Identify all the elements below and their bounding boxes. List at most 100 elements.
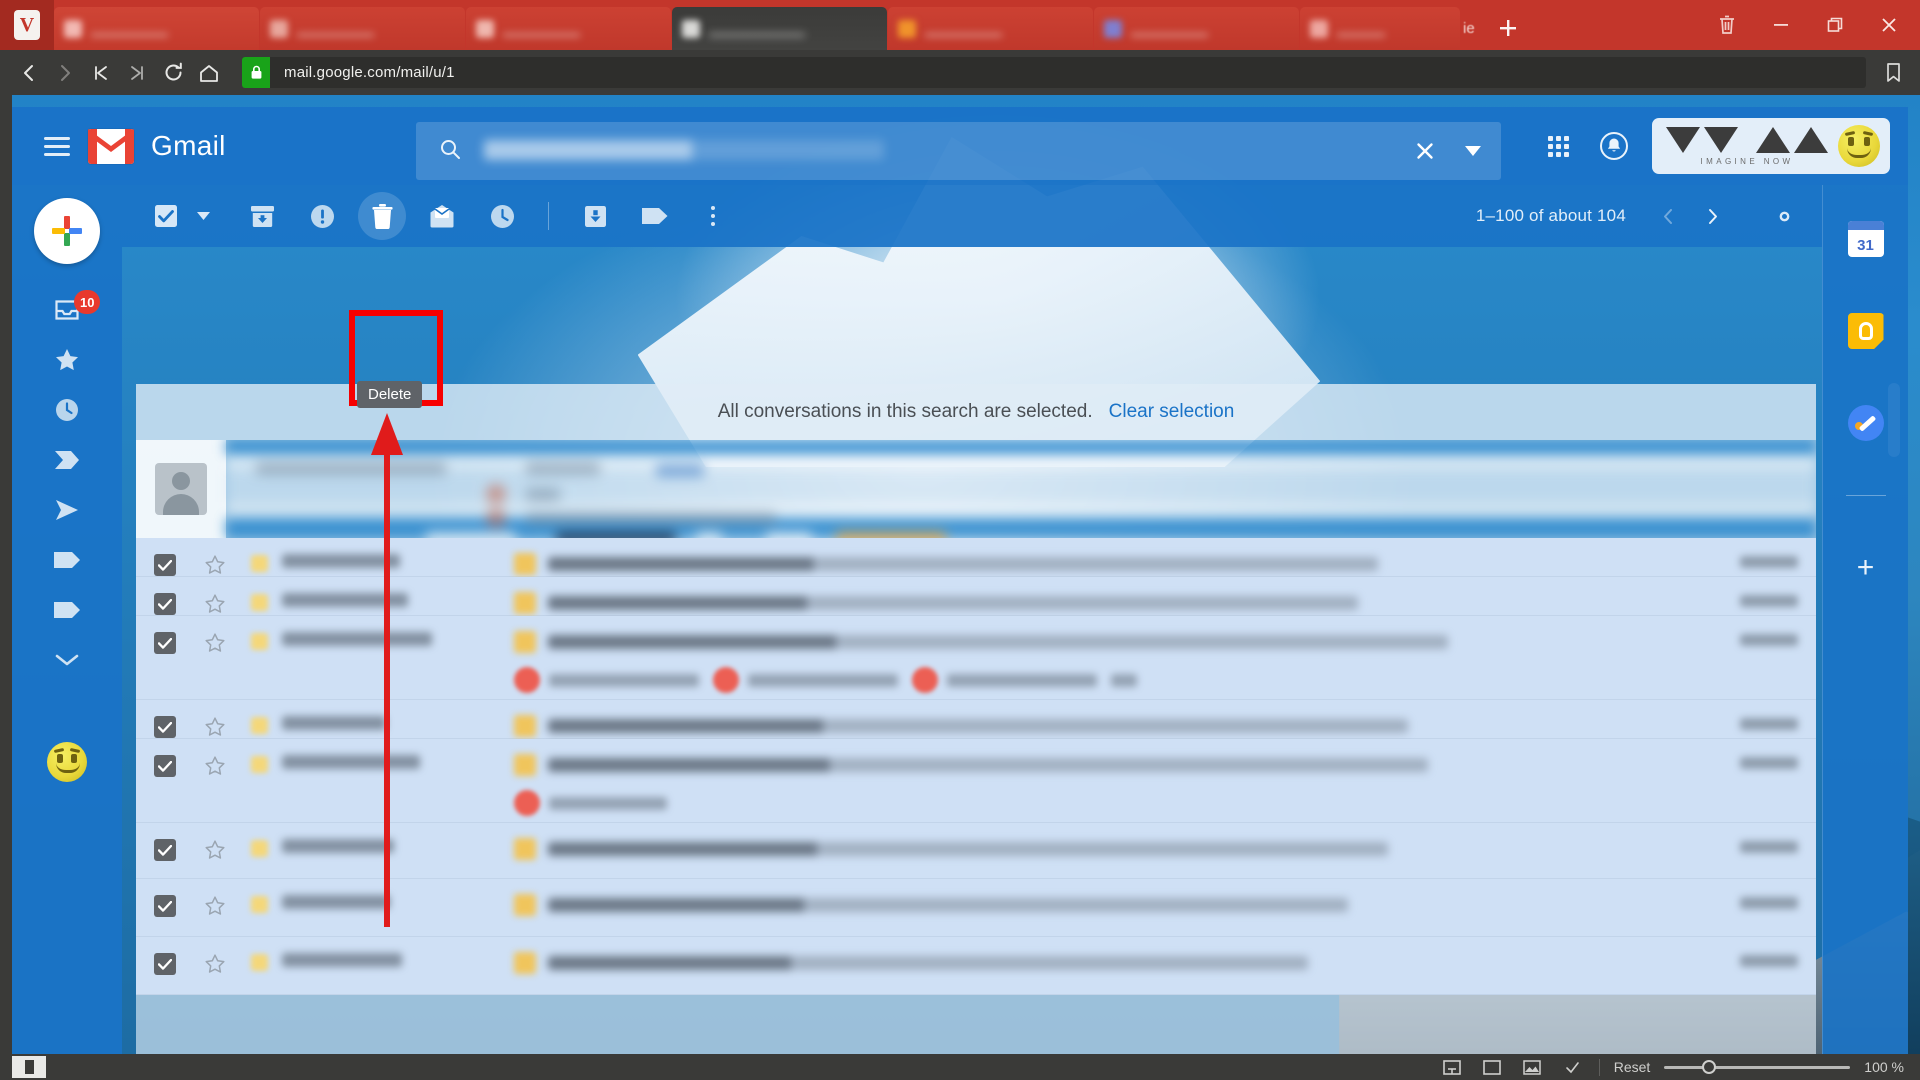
browser-tab[interactable]: ▁▁▁▁▁▁▁▁ (888, 7, 1093, 50)
sidebar-item-starred[interactable] (12, 336, 122, 384)
new-tab-button[interactable] (1489, 9, 1527, 47)
sidebar-item-important[interactable] (12, 436, 122, 484)
attachment-overflow[interactable] (1111, 674, 1137, 687)
row-checkbox[interactable] (136, 937, 194, 975)
importance-marker-icon[interactable] (236, 739, 282, 773)
move-to-button[interactable] (571, 192, 619, 240)
compose-button[interactable] (34, 198, 100, 264)
panel-toggle-icon[interactable] (1479, 1057, 1505, 1077)
keep-addon-icon[interactable] (1846, 311, 1886, 351)
older-page-button[interactable] (1690, 194, 1734, 238)
row-checkbox[interactable] (136, 538, 194, 576)
calendar-addon-icon[interactable]: 31 (1846, 219, 1886, 259)
select-all-checkbox[interactable] (142, 192, 190, 240)
search-input[interactable] (484, 140, 1405, 162)
sidebar-item-sent[interactable] (12, 486, 122, 534)
archive-button[interactable] (238, 192, 286, 240)
attachment-file-icon (912, 667, 938, 693)
star-icon[interactable] (194, 937, 236, 975)
row-checkbox[interactable] (136, 577, 194, 615)
browser-tab[interactable]: ▁▁▁▁▁ (1300, 7, 1460, 50)
forward-button[interactable] (48, 56, 82, 90)
report-spam-button[interactable] (298, 192, 346, 240)
row-checkbox[interactable] (136, 700, 194, 738)
row-checkbox[interactable] (136, 879, 194, 917)
zoom-reset-label[interactable]: Reset (1614, 1059, 1651, 1075)
mark-as-unread-button[interactable] (418, 192, 466, 240)
fast-forward-button[interactable] (120, 56, 154, 90)
browser-tab[interactable]: ▁▁▁▁▁▁▁▁ (466, 7, 671, 50)
browser-tab[interactable]: ▁▁▁▁▁▁▁▁ (1094, 7, 1299, 50)
star-icon[interactable] (194, 616, 236, 654)
url-bar[interactable]: mail.google.com/mail/u/1 (242, 57, 1866, 88)
search-bar[interactable] (416, 122, 1501, 180)
gmail-logo[interactable]: Gmail (88, 129, 226, 164)
newer-page-button[interactable] (1646, 194, 1690, 238)
zoom-slider[interactable] (1664, 1059, 1850, 1075)
page-tiling-icon[interactable] (1439, 1057, 1465, 1077)
select-options-caret-icon[interactable] (192, 192, 214, 240)
table-row[interactable] (136, 937, 1816, 995)
importance-marker-icon[interactable] (236, 616, 282, 650)
vivaldi-logo-icon[interactable]: V (0, 0, 54, 50)
home-button[interactable] (192, 56, 226, 90)
star-icon[interactable] (194, 700, 236, 738)
importance-marker-icon[interactable] (236, 879, 282, 913)
importance-marker-icon[interactable] (236, 823, 282, 857)
browser-tab[interactable]: ▁▁▁▁▁▁▁▁ (260, 7, 465, 50)
row-subject (514, 937, 1696, 974)
row-checkbox[interactable] (136, 739, 194, 777)
star-icon[interactable] (194, 823, 236, 861)
importance-marker-icon[interactable] (236, 577, 282, 611)
start-button[interactable] (12, 1056, 46, 1078)
settings-gear-icon[interactable] (1758, 190, 1810, 242)
clear-search-icon[interactable] (1405, 140, 1445, 162)
bookmark-icon[interactable] (1878, 56, 1908, 90)
reload-button[interactable] (156, 56, 190, 90)
image-toggle-icon[interactable] (1519, 1057, 1545, 1077)
minimize-button[interactable] (1754, 0, 1808, 50)
browser-tab[interactable]: ▁▁▁▁▁▁▁▁ (54, 7, 259, 50)
back-button[interactable] (12, 56, 46, 90)
sidebar-item-snoozed[interactable] (12, 386, 122, 434)
importance-marker-icon[interactable] (236, 700, 282, 734)
sidebar-item-inbox[interactable]: 10 (12, 286, 122, 334)
row-date (1696, 577, 1816, 612)
labels-button[interactable] (631, 192, 679, 240)
attachment-chip[interactable] (713, 667, 898, 693)
row-checkbox[interactable] (136, 823, 194, 861)
star-icon[interactable] (194, 739, 236, 777)
close-button[interactable] (1862, 0, 1916, 50)
add-addon-button[interactable]: + (1846, 548, 1886, 588)
sidebar-item-categories[interactable] (12, 586, 122, 634)
avatar[interactable] (1838, 125, 1880, 167)
star-icon[interactable] (194, 577, 236, 615)
browser-tab-active[interactable]: ▁▁▁▁▁▁▁▁▁▁ (672, 7, 887, 50)
zoom-slider-knob[interactable] (1702, 1060, 1716, 1074)
rewind-button[interactable] (84, 56, 118, 90)
main-menu-icon[interactable] (44, 137, 70, 156)
importance-marker-icon[interactable] (236, 538, 282, 572)
account-chip[interactable]: IMAGINE NOW (1652, 118, 1890, 174)
row-checkbox[interactable] (136, 616, 194, 654)
star-icon[interactable] (194, 538, 236, 576)
delete-button[interactable] (358, 192, 406, 240)
star-icon[interactable] (194, 879, 236, 917)
sidebar-item-drafts[interactable] (12, 536, 122, 584)
tasks-addon-icon[interactable] (1846, 403, 1886, 443)
notifications-bell-icon[interactable] (1588, 120, 1640, 172)
maximize-button[interactable] (1808, 0, 1862, 50)
importance-marker-icon[interactable] (236, 937, 282, 971)
more-options-button[interactable] (693, 192, 733, 240)
snooze-button[interactable] (478, 192, 526, 240)
trash-icon[interactable] (1700, 0, 1754, 50)
attachment-chip[interactable] (912, 667, 1097, 693)
attachment-chip[interactable] (514, 667, 699, 693)
attachment-chip[interactable] (514, 790, 667, 816)
sidebar-account-avatar[interactable] (47, 742, 87, 782)
sidebar-item-more[interactable] (12, 636, 122, 684)
capture-icon[interactable] (1559, 1057, 1585, 1077)
google-apps-icon[interactable] (1532, 120, 1584, 172)
clear-selection-link[interactable]: Clear selection (1109, 401, 1235, 423)
search-options-icon[interactable] (1445, 146, 1501, 156)
